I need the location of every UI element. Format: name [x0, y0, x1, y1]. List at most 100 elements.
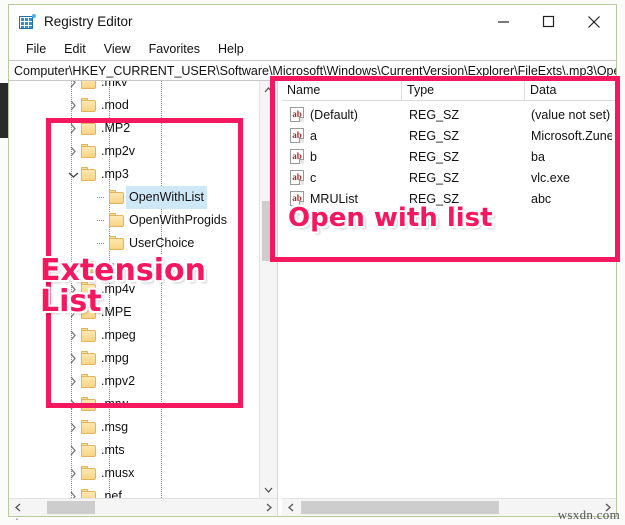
folder-icon: [81, 420, 96, 434]
menu-file[interactable]: File: [17, 38, 55, 60]
folder-icon: [81, 81, 96, 89]
tree-item[interactable]: .mpeg: [65, 324, 136, 347]
menu-bar: File Edit View Favorites Help: [9, 38, 616, 60]
value-type: REG_SZ: [409, 149, 460, 164]
watermark: wsxdn.com: [557, 507, 620, 522]
folder-icon: [81, 259, 96, 273]
registry-tree-body: .mkv .mod .MP2 .mp2v .mp3 OpenWithList OpenWit…: [9, 81, 277, 498]
column-header-name[interactable]: Name: [282, 81, 402, 100]
tree-item[interactable]: .MP2: [65, 117, 130, 140]
tree-item-label: .mpg: [101, 351, 129, 365]
chevron-right-icon[interactable]: [65, 347, 81, 370]
address-bar[interactable]: Computer\HKEY_CURRENT_USER\Software\Micr…: [9, 60, 616, 81]
menu-help[interactable]: Help: [209, 38, 253, 60]
chevron-right-icon[interactable]: [65, 278, 81, 301]
folder-icon: [81, 466, 96, 480]
chevron-right-icon[interactable]: [65, 485, 81, 498]
folder-icon: [109, 213, 124, 227]
column-header-type[interactable]: Type: [402, 81, 525, 100]
chevron-right-icon[interactable]: [65, 416, 81, 439]
window-title: Registry Editor: [44, 14, 133, 29]
chevron-right-icon[interactable]: [65, 117, 81, 140]
values-scroll-left-icon[interactable]: [282, 499, 299, 516]
tree-item-label: .mrw: [101, 397, 129, 411]
string-value-icon: ab: [290, 149, 304, 164]
tree-item-label: .nef: [101, 489, 122, 498]
column-header-data[interactable]: Data: [525, 81, 616, 100]
tree-item[interactable]: .mp4: [65, 255, 129, 278]
tree-item[interactable]: .MPE: [65, 301, 132, 324]
tree-vertical-scrollbar[interactable]: [259, 81, 277, 498]
table-row[interactable]: ab b REG_SZ ba: [282, 146, 616, 167]
tree-item-label: .musx: [101, 466, 135, 480]
tree-item[interactable]: .mrw: [65, 393, 128, 416]
tree-item[interactable]: UserChoice: [93, 232, 194, 255]
value-name: b: [310, 149, 317, 164]
tree-hscroll-thumb[interactable]: [47, 501, 95, 514]
chevron-down-icon[interactable]: [65, 163, 81, 186]
table-row[interactable]: ab MRUList REG_SZ abc: [282, 188, 616, 209]
tree-item[interactable]: .mp2v: [65, 140, 135, 163]
chevron-right-icon[interactable]: [65, 324, 81, 347]
tree-item[interactable]: .nef: [65, 485, 122, 498]
values-column-headers: Name Type Data: [282, 81, 616, 101]
tree-item[interactable]: .mod: [65, 94, 129, 117]
tree-item[interactable]: .mpv2: [65, 370, 135, 393]
menu-view[interactable]: View: [95, 38, 140, 60]
tree-horizontal-scrollbar[interactable]: [9, 498, 277, 516]
tree-item[interactable]: .mp4v: [65, 278, 135, 301]
value-name: MRUList: [310, 191, 358, 206]
tree-scroll-thumb[interactable]: [262, 201, 275, 261]
value-name: a: [310, 128, 317, 143]
folder-icon: [81, 282, 96, 296]
menu-edit[interactable]: Edit: [55, 38, 95, 60]
folder-icon: [81, 121, 96, 135]
chevron-right-icon[interactable]: [65, 255, 81, 278]
chevron-right-icon[interactable]: [65, 439, 81, 462]
folder-icon: [81, 98, 96, 112]
tree-item[interactable]: .musx: [65, 462, 134, 485]
tree-item[interactable]: .msg: [65, 416, 128, 439]
chevron-right-icon[interactable]: [65, 94, 81, 117]
table-row[interactable]: ab c REG_SZ vlc.exe: [282, 167, 616, 188]
tree-item[interactable]: OpenWithList: [93, 186, 208, 209]
tree-item[interactable]: .mpg: [65, 347, 129, 370]
tree-item-label: UserChoice: [129, 236, 195, 250]
value-data: ba: [531, 149, 545, 164]
table-row[interactable]: ab (Default) REG_SZ (value not set): [282, 104, 616, 125]
chevron-right-icon[interactable]: [65, 370, 81, 393]
menu-favorites[interactable]: Favorites: [140, 38, 209, 60]
values-hscroll-thumb[interactable]: [301, 501, 499, 514]
registry-tree-pane: .mkv .mod .MP2 .mp2v .mp3 OpenWithList OpenWit…: [9, 81, 277, 516]
tree-scroll-up-icon[interactable]: [260, 81, 277, 98]
values-list[interactable]: ab (Default) REG_SZ (value not set) ab a REG_S…: [282, 101, 616, 498]
folder-icon: [81, 305, 96, 319]
folder-icon: [81, 443, 96, 457]
chevron-right-icon[interactable]: [65, 140, 81, 163]
tree-item-label: .mts: [101, 443, 125, 457]
registry-editor-window: Registry Editor File Edit View Favorites…: [8, 4, 617, 517]
table-row[interactable]: aba REG_SZ Microsoft.ZuneMu: [282, 125, 616, 146]
tree-scroll-down-icon[interactable]: [260, 481, 277, 498]
minimize-icon[interactable]: [481, 5, 526, 38]
value-type: REG_SZ: [409, 107, 460, 122]
close-icon[interactable]: [571, 5, 616, 38]
registry-values-pane: Name Type Data ab (Default) REG_SZ (value n…: [282, 81, 616, 516]
folder-icon: [109, 190, 124, 204]
tree-scroll-left-icon[interactable]: [9, 499, 26, 516]
tree-item[interactable]: .mp3: [65, 163, 129, 186]
chevron-right-icon[interactable]: [65, 81, 81, 94]
tree-item[interactable]: OpenWithProgids: [93, 209, 227, 232]
tree-item-label: .mpv2: [101, 374, 136, 388]
chevron-right-icon[interactable]: [65, 393, 81, 416]
maximize-icon[interactable]: [526, 5, 571, 38]
registry-tree[interactable]: .mkv .mod .MP2 .mp2v .mp3 OpenWithList OpenWit…: [9, 81, 259, 498]
tree-item-label: OpenWithList: [126, 186, 208, 209]
chevron-right-icon[interactable]: [65, 462, 81, 485]
tree-scroll-right-icon[interactable]: [260, 499, 277, 516]
tree-item[interactable]: .mkv: [65, 81, 127, 94]
tree-item[interactable]: .mts: [65, 439, 125, 462]
chevron-right-icon[interactable]: [65, 301, 81, 324]
registry-editor-icon: [19, 13, 36, 30]
tree-item-label: .msg: [101, 420, 129, 434]
